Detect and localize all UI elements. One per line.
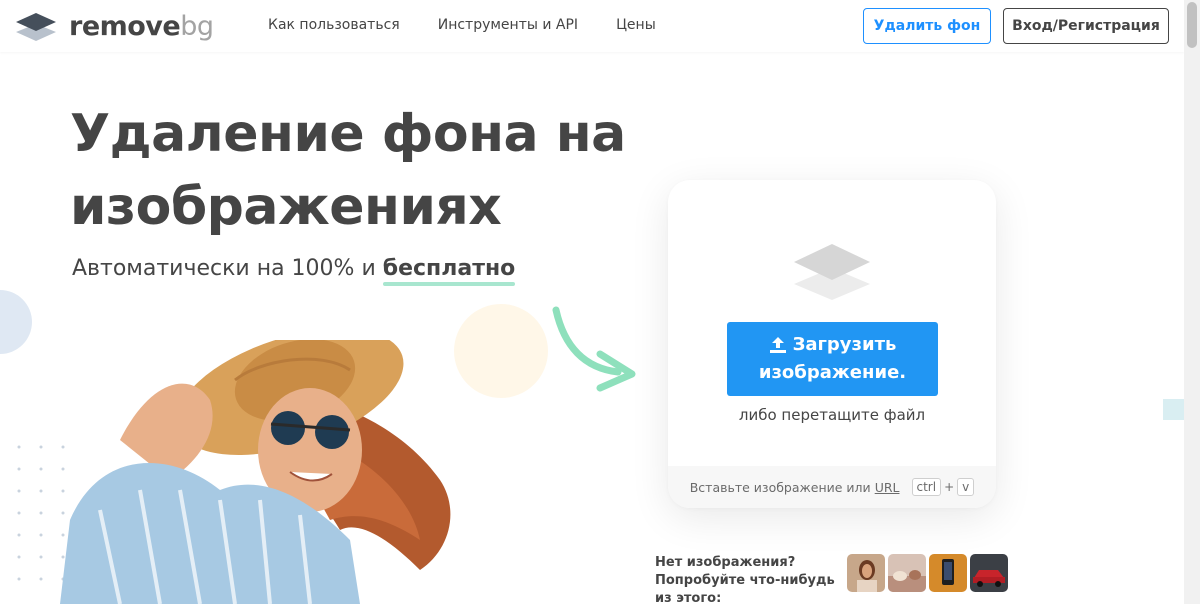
paste-hint-text: Вставьте изображение или bbox=[689, 479, 871, 495]
sample-images-prompt: Нет изображения? Попробуйте что-нибудь и… bbox=[655, 555, 835, 606]
hero-subtitle: Автоматически на 100% и бесплатно bbox=[72, 256, 515, 281]
hero-title: Удаление фона на изображениях bbox=[70, 104, 626, 237]
upload-card[interactable]: Загрузить изображение. либо перетащите ф… bbox=[668, 180, 996, 508]
scrollbar[interactable] bbox=[1184, 0, 1200, 604]
key-ctrl: ctrl bbox=[911, 478, 942, 496]
nav-how-to-use[interactable]: Как пользоваться bbox=[268, 17, 400, 33]
top-header: removebg Как пользоваться Инструменты и … bbox=[0, 0, 1184, 52]
login-register-button[interactable]: Вход/Регистрация bbox=[1003, 8, 1169, 44]
key-plus: + bbox=[944, 480, 955, 494]
layers-icon bbox=[794, 244, 870, 300]
drag-drop-hint: либо перетащите файл bbox=[738, 406, 926, 424]
url-link[interactable]: URL bbox=[875, 480, 900, 495]
logo-icon bbox=[16, 13, 56, 41]
hero-subtitle-highlight: бесплатно bbox=[382, 256, 516, 281]
sample-thumb-animals[interactable] bbox=[888, 554, 926, 592]
upload-image-button[interactable]: Загрузить изображение. bbox=[727, 322, 938, 396]
upload-button-line2: изображение. bbox=[758, 362, 907, 383]
remove-background-button[interactable]: Удалить фон bbox=[863, 8, 991, 44]
sample-thumb-phone[interactable] bbox=[929, 554, 967, 592]
upload-icon bbox=[769, 337, 786, 353]
main-nav: Как пользоваться Инструменты и API Цены bbox=[268, 17, 694, 33]
logo-text: removebg bbox=[69, 10, 214, 42]
sample-thumb-car[interactable] bbox=[970, 554, 1008, 592]
key-v: v bbox=[957, 478, 975, 496]
sample-thumb-woman[interactable] bbox=[847, 554, 885, 592]
decorative-half-circle bbox=[0, 290, 32, 354]
sample-thumbnails bbox=[847, 554, 1008, 592]
logo[interactable]: removebg bbox=[16, 10, 214, 42]
upload-button-line1: Загрузить bbox=[792, 334, 897, 355]
nav-tools-api[interactable]: Инструменты и API bbox=[438, 17, 578, 33]
nav-pricing[interactable]: Цены bbox=[616, 17, 656, 33]
paste-hint-bar: Вставьте изображение или URL ctrl + v bbox=[668, 466, 996, 508]
woman-with-hat-photo bbox=[60, 340, 451, 604]
curved-arrow-icon bbox=[552, 306, 636, 392]
hero-subtitle-prefix: Автоматически на 100% и bbox=[72, 256, 383, 281]
scrollbar-thumb[interactable] bbox=[1187, 2, 1197, 48]
decorative-square bbox=[1163, 399, 1184, 420]
